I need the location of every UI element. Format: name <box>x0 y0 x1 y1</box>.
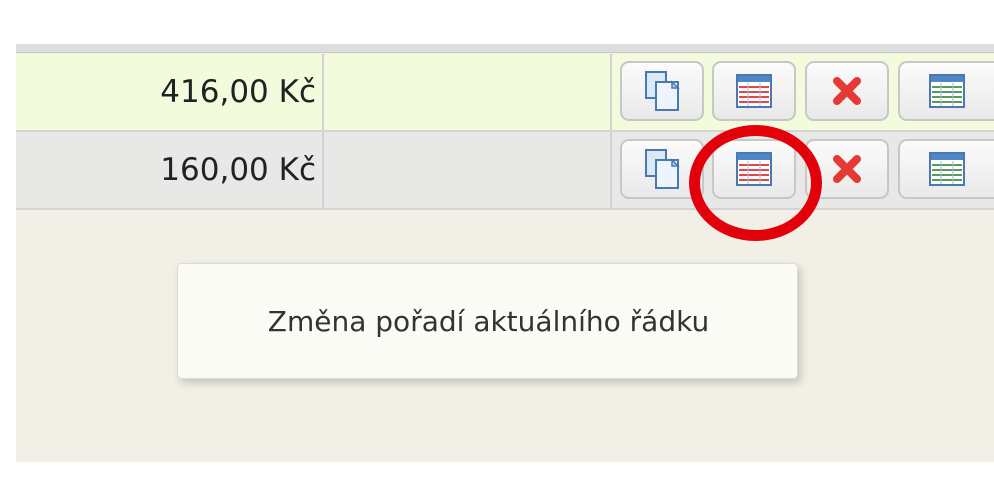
reorder-row-button[interactable] <box>712 61 796 121</box>
delete-x-icon <box>833 155 861 183</box>
column-divider <box>322 54 324 130</box>
table-row: 160,00 Kč <box>16 132 994 210</box>
column-divider <box>322 132 324 208</box>
table-reorder-icon <box>736 74 772 108</box>
row-amount: 416,00 Kč <box>160 74 316 110</box>
column-divider <box>610 132 612 208</box>
copy-icon <box>645 71 680 111</box>
column-divider <box>610 54 612 130</box>
table-panel: 416,00 Kč 160,00 Kč <box>16 44 994 462</box>
detail-row-button[interactable] <box>898 61 994 121</box>
screen: 416,00 Kč 160,00 Kč Změna pořadí aktuáln… <box>0 0 994 488</box>
table-detail-icon <box>929 74 965 108</box>
table-row: 416,00 Kč <box>16 54 994 132</box>
tooltip-text: Změna pořadí aktuálního řádku <box>267 305 710 338</box>
detail-row-button[interactable] <box>898 139 994 199</box>
tooltip: Změna pořadí aktuálního řádku <box>177 263 798 379</box>
delete-row-button[interactable] <box>805 61 889 121</box>
table-header-strip <box>16 44 994 53</box>
table-detail-icon <box>929 152 965 186</box>
row-amount: 160,00 Kč <box>160 152 316 188</box>
copy-icon <box>645 149 680 189</box>
delete-x-icon <box>833 77 861 105</box>
copy-row-button[interactable] <box>620 61 704 121</box>
annotation-circle <box>689 125 822 241</box>
